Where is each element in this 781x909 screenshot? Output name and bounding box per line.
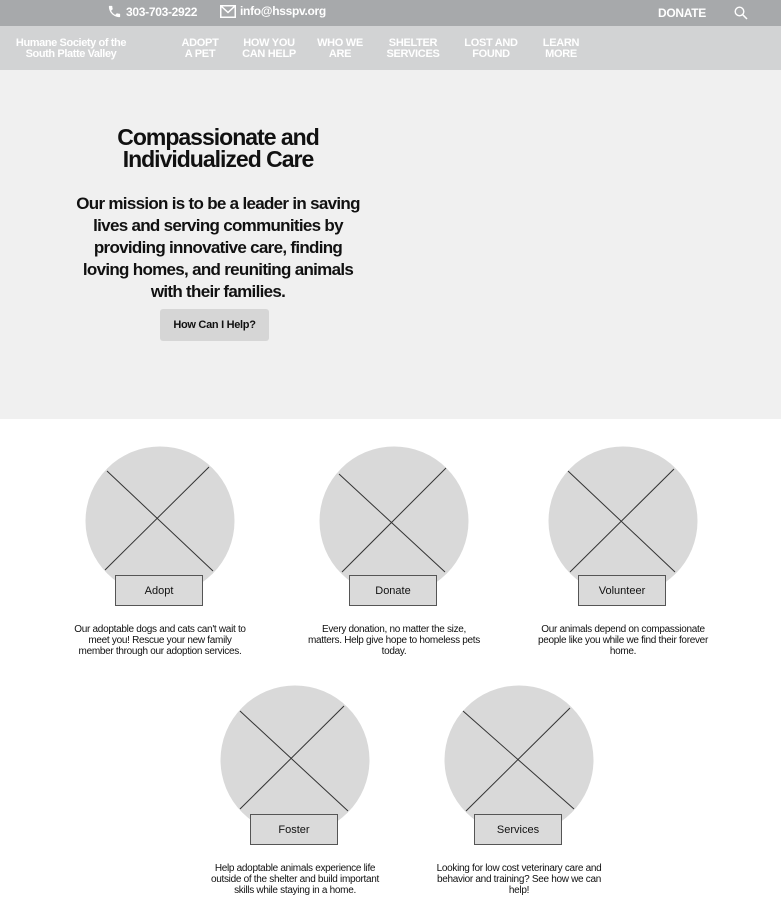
how-can-i-help-button[interactable]: How Can I Help?: [160, 309, 269, 341]
main-nav: Humane Society of the South Platte Valle…: [0, 26, 781, 70]
image-placeholder: [444, 685, 594, 835]
phone-number: 303-703-2922: [126, 4, 198, 19]
nav-item-how-you-can-help[interactable]: HOW YOU CAN HELP: [240, 38, 298, 60]
phone-link[interactable]: 303-703-2922: [107, 4, 197, 19]
services-button[interactable]: Services: [474, 814, 562, 845]
volunteer-button[interactable]: Volunteer: [578, 575, 666, 606]
mission-statement: Our mission is to be a leader in saving …: [76, 194, 360, 301]
nav-item-adopt[interactable]: ADOPT A PET: [176, 38, 224, 60]
image-placeholder: [319, 446, 469, 596]
card-description: Our animals depend on compassionate peop…: [538, 624, 708, 657]
donate-button[interactable]: Donate: [349, 575, 437, 606]
email-link[interactable]: info@hsspv.org: [220, 4, 326, 18]
site-logo[interactable]: Humane Society of the South Platte Valle…: [14, 38, 128, 60]
donate-link[interactable]: DONATE: [658, 6, 706, 20]
adopt-button[interactable]: Adopt: [115, 575, 203, 606]
nav-item-lost-and-found[interactable]: LOST AND FOUND: [460, 38, 522, 60]
hero-title: Compassionate and Individualized Care: [117, 124, 320, 172]
image-placeholder: [548, 446, 698, 596]
nav-item-shelter-services[interactable]: SHELTER SERVICES: [384, 38, 442, 60]
phone-icon: [108, 5, 121, 18]
search-icon[interactable]: [734, 6, 748, 20]
image-placeholder: [85, 446, 235, 596]
card-description: Our adoptable dogs and cats can't wait t…: [74, 624, 246, 657]
card-description: Looking for low cost veterinary care and…: [436, 863, 602, 896]
card-description: Help adoptable animals experience life o…: [210, 863, 380, 896]
card-description: Every donation, no matter the size, matt…: [308, 624, 480, 657]
image-placeholder: [220, 685, 370, 835]
foster-button[interactable]: Foster: [250, 814, 338, 845]
nav-item-who-we-are[interactable]: WHO WE ARE: [314, 38, 366, 60]
top-bar: 303-703-2922 info@hsspv.org DONATE: [0, 0, 781, 26]
nav-item-learn-more[interactable]: LEARN MORE: [538, 38, 584, 60]
envelope-icon: [220, 4, 236, 18]
hero-section: Compassionate and Individualized Care Ou…: [0, 70, 781, 419]
email-address: info@hsspv.org: [240, 4, 326, 18]
